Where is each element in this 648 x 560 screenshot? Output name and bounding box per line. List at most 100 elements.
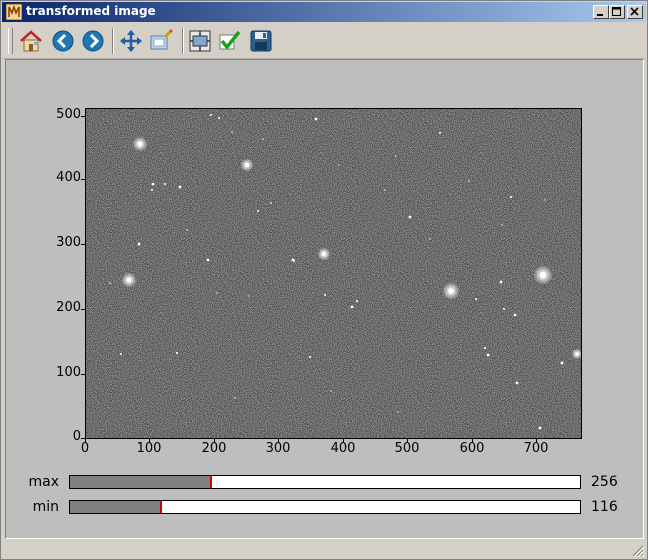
- x-tick-mark: [278, 439, 279, 443]
- min-slider[interactable]: [69, 500, 581, 514]
- back-button[interactable]: [50, 28, 76, 54]
- star: [429, 238, 431, 240]
- star: [216, 292, 218, 294]
- move-arrows-icon: [120, 30, 142, 52]
- star: [270, 202, 272, 204]
- x-tick-mark: [536, 439, 537, 443]
- toolbar-separator: [182, 28, 184, 54]
- star: [397, 411, 399, 413]
- minimize-button[interactable]: [593, 5, 609, 19]
- home-button[interactable]: [18, 28, 44, 54]
- y-tick-label-200: 200: [56, 300, 81, 315]
- x-tick-mark: [407, 439, 408, 443]
- star: [150, 188, 154, 192]
- configure-subplots-button[interactable]: [187, 28, 213, 54]
- toolbar-separator: [112, 28, 114, 54]
- star: [395, 155, 397, 157]
- star: [483, 346, 487, 350]
- star: [515, 381, 519, 385]
- star: [408, 215, 412, 219]
- star: [474, 297, 478, 301]
- star: [501, 224, 503, 226]
- star: [538, 426, 542, 430]
- star: [119, 352, 123, 356]
- x-tick-label-600: 600: [459, 441, 485, 456]
- star: [231, 131, 233, 133]
- star: [323, 293, 327, 297]
- app-window: transformed image 0 100 200 300 400 500 …: [0, 0, 648, 560]
- star: [206, 258, 210, 262]
- min-slider-label: min: [32, 499, 59, 515]
- star: [126, 277, 132, 283]
- max-slider[interactable]: [69, 475, 581, 489]
- star: [217, 116, 221, 120]
- y-tick-label-300: 300: [56, 235, 81, 250]
- star: [321, 251, 327, 257]
- image-axes[interactable]: [85, 108, 582, 439]
- star: [384, 189, 386, 191]
- star: [468, 180, 470, 182]
- home-icon: [20, 30, 42, 52]
- star: [355, 299, 359, 303]
- edit-parameters-button[interactable]: [217, 28, 243, 54]
- y-tick-label-100: 100: [56, 365, 81, 380]
- star: [560, 361, 564, 365]
- star: [175, 351, 179, 355]
- star: [137, 242, 141, 246]
- y-tick-mark: [81, 374, 85, 375]
- close-button[interactable]: [627, 5, 643, 19]
- star: [151, 182, 155, 186]
- resize-grip-icon[interactable]: [632, 545, 644, 557]
- star: [575, 352, 579, 356]
- max-slider-value: 256: [591, 474, 618, 490]
- x-tick-label-0: 0: [80, 441, 90, 456]
- star: [292, 259, 296, 263]
- y-tick-mark: [81, 309, 85, 310]
- star: [234, 397, 236, 399]
- x-tick-mark: [85, 439, 86, 443]
- x-tick-label-400: 400: [330, 441, 356, 456]
- star: [350, 305, 354, 309]
- forward-button[interactable]: [80, 28, 106, 54]
- maximize-button[interactable]: [609, 5, 625, 19]
- y-tick-mark: [81, 179, 85, 180]
- y-tick-mark: [81, 244, 85, 245]
- x-tick-label-700: 700: [523, 441, 549, 456]
- back-arrow-icon: [52, 30, 74, 52]
- zoom-rect-icon: [150, 29, 173, 50]
- minimize-icon: [597, 14, 603, 16]
- floppy-disk-icon: [250, 30, 272, 52]
- max-slider-fill[interactable]: [70, 476, 212, 488]
- star: [163, 182, 167, 186]
- close-icon: [630, 7, 639, 16]
- star: [502, 307, 506, 311]
- star: [448, 288, 454, 294]
- subplots-icon: [189, 30, 211, 52]
- max-slider-label: max: [28, 474, 59, 490]
- x-tick-mark: [343, 439, 344, 443]
- pan-button[interactable]: [118, 28, 144, 54]
- star: [178, 185, 182, 189]
- checkmark-icon: [219, 30, 241, 50]
- star: [486, 353, 490, 357]
- y-tick-label-500: 500: [56, 107, 81, 122]
- star: [539, 271, 547, 279]
- title-bar[interactable]: transformed image: [2, 2, 646, 22]
- star: [438, 131, 442, 135]
- star: [509, 195, 513, 199]
- min-slider-fill[interactable]: [70, 501, 162, 513]
- star: [338, 164, 340, 166]
- star: [256, 209, 260, 213]
- image-noise: [85, 108, 582, 439]
- star: [544, 199, 546, 201]
- app-icon: [6, 4, 22, 20]
- star: [330, 390, 332, 392]
- navigation-toolbar: [2, 24, 646, 59]
- save-button[interactable]: [248, 28, 274, 54]
- star-field-image[interactable]: [85, 108, 582, 439]
- star: [137, 141, 143, 147]
- zoom-button[interactable]: [148, 28, 174, 54]
- toolbar-grip[interactable]: [8, 28, 13, 54]
- x-tick-mark: [472, 439, 473, 443]
- status-bar: [2, 539, 646, 559]
